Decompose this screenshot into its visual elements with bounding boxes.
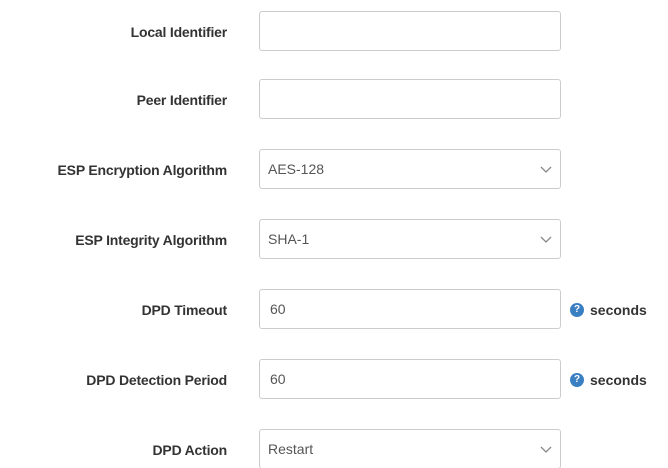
dpd-action-row: DPD Action Restart	[0, 429, 668, 468]
dpd-timeout-unit-label: seconds	[590, 302, 647, 318]
dpd-detection-period-unit-label: seconds	[590, 372, 647, 388]
local-identifier-row: Local Identifier	[0, 11, 668, 53]
esp-encryption-select[interactable]: AES-128	[259, 149, 561, 189]
local-identifier-label: Local Identifier	[130, 24, 228, 40]
dpd-action-label: DPD Action	[152, 442, 228, 458]
esp-encryption-value: AES-128	[268, 161, 325, 177]
peer-identifier-label: Peer Identifier	[136, 92, 228, 108]
dpd-timeout-label: DPD Timeout	[141, 302, 228, 318]
esp-integrity-value: SHA-1	[268, 231, 310, 247]
esp-integrity-select[interactable]: SHA-1	[259, 219, 561, 259]
dpd-detection-period-unit: seconds	[570, 359, 647, 401]
dpd-timeout-row: DPD Timeout seconds	[0, 289, 668, 331]
help-icon[interactable]	[570, 373, 584, 388]
ipsec-settings-form: Local Identifier Peer Identifier ESP Enc…	[0, 0, 668, 468]
local-identifier-input[interactable]	[259, 11, 561, 51]
esp-integrity-label: ESP Integrity Algorithm	[75, 232, 227, 248]
dpd-action-select[interactable]: Restart	[259, 429, 561, 468]
help-icon[interactable]	[570, 303, 584, 318]
peer-identifier-row: Peer Identifier	[0, 79, 668, 121]
esp-encryption-label: ESP Encryption Algorithm	[57, 162, 228, 178]
chevron-down-icon	[540, 446, 552, 453]
esp-encryption-row: ESP Encryption Algorithm AES-128	[0, 149, 668, 191]
dpd-detection-period-row: DPD Detection Period seconds	[0, 359, 668, 401]
chevron-down-icon	[540, 236, 552, 243]
dpd-action-value: Restart	[268, 441, 314, 457]
dpd-detection-period-input[interactable]	[259, 359, 561, 399]
esp-integrity-row: ESP Integrity Algorithm SHA-1	[0, 219, 668, 261]
peer-identifier-input[interactable]	[259, 79, 561, 119]
chevron-down-icon	[540, 166, 552, 173]
dpd-detection-period-label: DPD Detection Period	[86, 372, 227, 388]
dpd-timeout-input[interactable]	[259, 289, 561, 329]
dpd-timeout-unit: seconds	[570, 289, 647, 331]
